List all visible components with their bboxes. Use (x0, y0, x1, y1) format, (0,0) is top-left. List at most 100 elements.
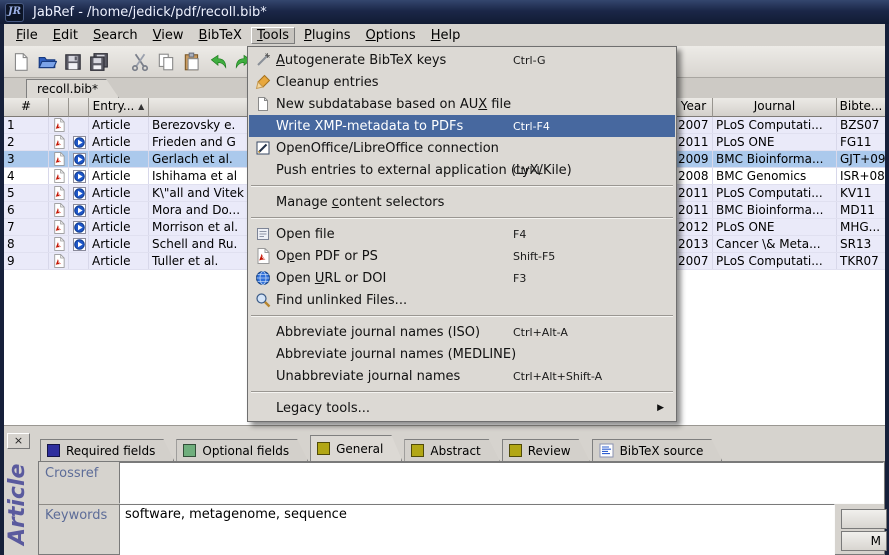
column-header-bibte[interactable]: Bibte... (837, 98, 885, 117)
cell-number[interactable]: 4 (4, 168, 49, 184)
keywords-field[interactable]: software, metagenome, sequence (119, 504, 835, 555)
menu-item-write-xmp-metadata-to-pdfs[interactable]: Write XMP-metadata to PDFsCtrl-F4 (249, 115, 675, 137)
paste-button[interactable] (180, 50, 204, 74)
menu-item-unabbreviate-journal-names[interactable]: Unabbreviate journal namesCtrl+Alt+Shift… (249, 365, 675, 387)
cell-url[interactable] (69, 134, 89, 150)
menu-item-find-unlinked-files[interactable]: Find unlinked Files... (249, 289, 675, 311)
cell-number[interactable]: 7 (4, 219, 49, 235)
cell-number[interactable]: 1 (4, 117, 49, 133)
cell-pdf[interactable] (49, 236, 69, 252)
cell-url[interactable] (69, 236, 89, 252)
menu-item-abbreviate-journal-names-medline[interactable]: Abbreviate journal names (MEDLINE) (249, 343, 675, 365)
menubar-item-search[interactable]: Search (87, 27, 144, 44)
copy-button[interactable] (154, 50, 178, 74)
cell-entrytype[interactable]: Article (89, 168, 149, 184)
menu-item-legacy-tools[interactable]: Legacy tools...▶ (249, 397, 675, 419)
cell-bibtexkey[interactable]: TKR07 (837, 253, 885, 269)
cell-bibtexkey[interactable]: KV11 (837, 185, 885, 201)
menu-item-open-url-or-doi[interactable]: Open URL or DOIF3 (249, 267, 675, 289)
column-header-year[interactable]: Year (675, 98, 713, 117)
cell-journal[interactable]: PLoS Computati... (713, 185, 837, 201)
editor-tab-review[interactable]: Review (502, 439, 590, 461)
cell-url[interactable] (69, 151, 89, 167)
cell-bibtexkey[interactable]: BZS07 (837, 117, 885, 133)
cell-bibtexkey[interactable]: FG11 (837, 134, 885, 150)
menubar-item-view[interactable]: View (147, 27, 190, 44)
cell-pdf[interactable] (49, 151, 69, 167)
cell-journal[interactable]: PLoS ONE (713, 134, 837, 150)
cell-year[interactable]: 2011 (675, 202, 713, 218)
cell-pdf[interactable] (49, 185, 69, 201)
cell-entrytype[interactable]: Article (89, 236, 149, 252)
cell-journal[interactable]: BMC Genomics (713, 168, 837, 184)
cell-number[interactable]: 6 (4, 202, 49, 218)
cell-pdf[interactable] (49, 202, 69, 218)
column-header-icon[interactable]: # (4, 98, 49, 117)
undo-button[interactable] (206, 50, 230, 74)
cell-journal[interactable]: PLoS ONE (713, 219, 837, 235)
cell-bibtexkey[interactable]: ISR+08 (837, 168, 885, 184)
cell-bibtexkey[interactable]: GJT+09 (837, 151, 885, 167)
cell-pdf[interactable] (49, 168, 69, 184)
cell-pdf[interactable] (49, 117, 69, 133)
column-header-entry[interactable]: Entry... ▲ (89, 98, 149, 117)
cell-entrytype[interactable]: Article (89, 151, 149, 167)
menubar-item-file[interactable]: File (10, 27, 44, 44)
cell-entrytype[interactable]: Article (89, 117, 149, 133)
keywords-aux-button-1[interactable] (841, 509, 887, 529)
save-all-button[interactable] (87, 50, 111, 74)
menu-item-open-pdf-or-ps[interactable]: Open PDF or PSShift-F5 (249, 245, 675, 267)
cell-number[interactable]: 8 (4, 236, 49, 252)
cell-bibtexkey[interactable]: SR13 (837, 236, 885, 252)
menu-item-openoffice-libreoffice-connection[interactable]: OpenOffice/LibreOffice connection (249, 137, 675, 159)
new-file-button[interactable] (9, 50, 33, 74)
tab-recoll-bib[interactable]: recoll.bib* (26, 79, 119, 98)
cell-journal[interactable]: Cancer \& Meta... (713, 236, 837, 252)
save-button[interactable] (61, 50, 85, 74)
cell-url[interactable] (69, 202, 89, 218)
menu-item-abbreviate-journal-names-iso[interactable]: Abbreviate journal names (ISO)Ctrl+Alt-A (249, 321, 675, 343)
cell-entrytype[interactable]: Article (89, 134, 149, 150)
editor-tab-optional-fields[interactable]: Optional fields (176, 439, 308, 461)
editor-tab-abstract[interactable]: Abstract (404, 439, 499, 461)
editor-tab-required-fields[interactable]: Required fields (40, 439, 174, 461)
menu-item-cleanup-entries[interactable]: Cleanup entries (249, 71, 675, 93)
cell-number[interactable]: 2 (4, 134, 49, 150)
menubar-item-plugins[interactable]: Plugins (298, 27, 357, 44)
cell-number[interactable]: 9 (4, 253, 49, 269)
cell-year[interactable]: 2009 (675, 151, 713, 167)
keywords-aux-button-2[interactable]: M (841, 531, 887, 551)
cut-button[interactable] (128, 50, 152, 74)
cell-number[interactable]: 5 (4, 185, 49, 201)
cell-year[interactable]: 2007 (675, 117, 713, 133)
menubar-item-help[interactable]: Help (425, 27, 467, 44)
crossref-field[interactable] (119, 462, 884, 504)
cell-bibtexkey[interactable]: MD11 (837, 202, 885, 218)
editor-tab-general[interactable]: General (310, 435, 402, 461)
editor-tab-bibtex-source[interactable]: BibTeX source (592, 439, 723, 461)
cell-pdf[interactable] (49, 219, 69, 235)
close-entry-editor-button[interactable]: × (7, 433, 30, 449)
cell-year[interactable]: 2011 (675, 185, 713, 201)
cell-url[interactable] (69, 219, 89, 235)
column-header-journal[interactable]: Journal (713, 98, 837, 117)
cell-url[interactable] (69, 117, 89, 133)
menubar-item-edit[interactable]: Edit (47, 27, 84, 44)
cell-year[interactable]: 2013 (675, 236, 713, 252)
cell-bibtexkey[interactable]: MHG... (837, 219, 885, 235)
cell-year[interactable]: 2012 (675, 219, 713, 235)
cell-entrytype[interactable]: Article (89, 185, 149, 201)
cell-journal[interactable]: PLoS Computati... (713, 253, 837, 269)
menu-item-open-file[interactable]: Open fileF4 (249, 223, 675, 245)
cell-url[interactable] (69, 168, 89, 184)
menubar-item-tools[interactable]: Tools (251, 27, 295, 44)
cell-year[interactable]: 2011 (675, 134, 713, 150)
cell-journal[interactable]: BMC Bioinforma... (713, 202, 837, 218)
cell-year[interactable]: 2008 (675, 168, 713, 184)
cell-entrytype[interactable]: Article (89, 202, 149, 218)
cell-year[interactable]: 2007 (675, 253, 713, 269)
column-header-icon[interactable] (49, 98, 69, 117)
cell-url[interactable] (69, 253, 89, 269)
cell-entrytype[interactable]: Article (89, 219, 149, 235)
cell-pdf[interactable] (49, 253, 69, 269)
